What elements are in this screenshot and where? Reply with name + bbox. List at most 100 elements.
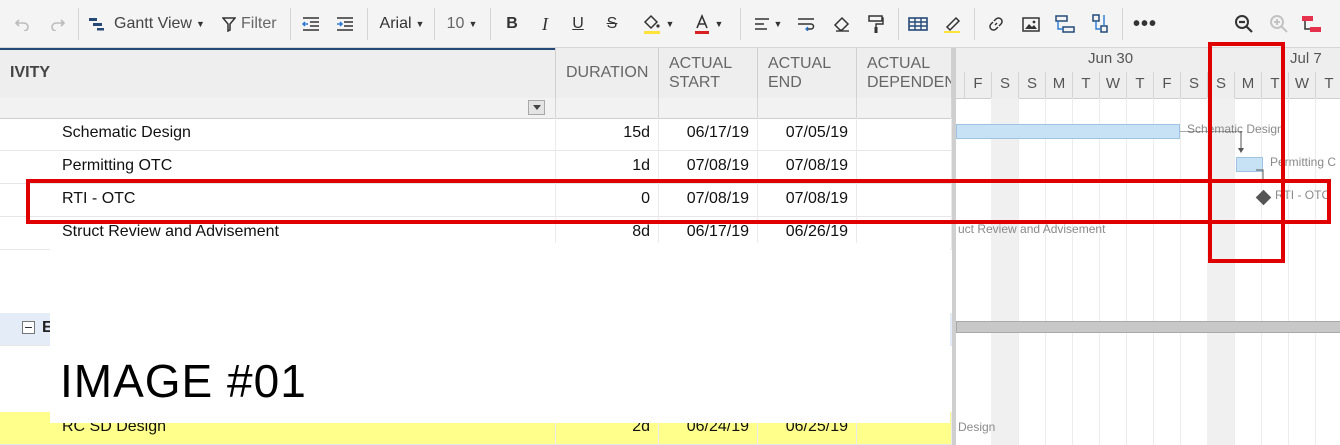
italic-button[interactable]: I <box>533 10 557 38</box>
actual-end-cell[interactable]: 07/08/19 <box>758 184 857 217</box>
actual-dependency-cell[interactable] <box>857 151 952 184</box>
filter-cell <box>857 98 952 118</box>
day-label: S <box>1018 72 1045 98</box>
activity-cell[interactable]: RTI - OTC <box>0 184 556 217</box>
activity-cell[interactable]: Schematic Design <box>0 118 556 151</box>
table-row[interactable]: RTI - OTC 0 07/08/19 07/08/19 <box>0 184 952 217</box>
redo-button[interactable] <box>46 10 70 38</box>
highlighter-icon <box>944 16 961 33</box>
clear-formatting-button[interactable] <box>830 10 854 38</box>
column-header-duration[interactable]: DURATION <box>556 48 659 98</box>
column-header-text: END <box>768 74 802 91</box>
day-label: F <box>1153 72 1180 98</box>
text-color-icon <box>694 14 709 34</box>
grid-line <box>1288 98 1289 445</box>
chevron-down-icon: ▼ <box>665 19 675 29</box>
grid-line <box>1315 98 1316 445</box>
column-dropdown-button[interactable] <box>528 100 545 115</box>
image-overlay-label: IMAGE #01 <box>60 355 307 407</box>
fill-color-button[interactable]: ▼ <box>636 10 680 38</box>
collapse-icon[interactable] <box>22 321 35 334</box>
duration-cell[interactable]: 1d <box>556 151 659 184</box>
day-label: T <box>1072 72 1099 98</box>
column-header-text: ACTUAL <box>768 55 832 72</box>
critical-path-button[interactable] <box>1088 10 1112 38</box>
actual-dependency-cell[interactable] <box>857 118 952 151</box>
wrap-text-button[interactable] <box>794 10 818 38</box>
grid-line <box>1072 98 1073 445</box>
toolbar: Gantt View ▼ Filter Arial ▼ 10 ▼ B I U S ▼ … <box>0 0 1340 48</box>
column-header-text: DEPENDENC <box>867 74 951 91</box>
day-label: S <box>1207 72 1234 98</box>
more-icon: ••• <box>1132 12 1157 35</box>
task-bar-label: uct Review and Advisement <box>958 222 1106 236</box>
chevron-down-icon: ▼ <box>195 19 205 29</box>
group-summary-bar[interactable] <box>956 321 1340 333</box>
dependency-icon <box>1055 15 1075 33</box>
outdent-button[interactable] <box>299 10 323 38</box>
actual-end-cell[interactable]: 07/05/19 <box>758 118 857 151</box>
view-selector[interactable]: Gantt View ▼ <box>88 10 208 38</box>
filter-button[interactable]: Filter <box>222 10 282 38</box>
font-name: Arial <box>379 15 412 32</box>
bold-button[interactable]: B <box>500 10 524 38</box>
actual-start-cell[interactable]: 07/08/19 <box>659 151 758 184</box>
toolbar-separator <box>78 8 79 40</box>
toolbar-separator <box>740 8 741 40</box>
actual-end-cell[interactable]: 07/08/19 <box>758 151 857 184</box>
column-header-actual-end[interactable]: ACTUAL END <box>758 48 857 98</box>
column-header-text: START <box>669 74 720 91</box>
link-icon <box>989 17 1003 31</box>
table-row[interactable]: Schematic Design 15d 06/17/19 07/05/19 <box>0 118 952 151</box>
column-header-text: DURATION <box>566 64 649 81</box>
format-painter-button[interactable] <box>864 10 888 38</box>
remove-formatting-button[interactable] <box>1300 10 1324 38</box>
grid-format-button[interactable] <box>906 10 930 38</box>
insert-image-button[interactable] <box>1019 10 1043 38</box>
milestone-rti-otc[interactable] <box>1255 189 1272 206</box>
paint-roller-icon <box>868 15 884 33</box>
grid: IVITY DURATION ACTUAL START ACTUAL END A… <box>0 48 952 445</box>
activity-cell[interactable]: Permitting OTC <box>0 151 556 184</box>
day-label: M <box>1045 72 1072 98</box>
actual-start-cell[interactable]: 07/08/19 <box>659 184 758 217</box>
image-icon <box>1022 16 1040 32</box>
highlight-changes-button[interactable] <box>940 10 964 38</box>
eraser-icon <box>833 16 850 32</box>
filter-label: Filter <box>241 15 277 32</box>
zoom-in-button[interactable] <box>1267 10 1291 38</box>
day-label: S <box>991 72 1018 98</box>
duration-cell[interactable]: 0 <box>556 184 659 217</box>
dependency-button[interactable] <box>1053 10 1077 38</box>
toolbar-separator <box>898 8 899 40</box>
underline-button[interactable]: U <box>566 10 590 38</box>
strikethrough-icon: S <box>606 15 618 32</box>
filter-cell <box>0 98 556 118</box>
indent-button[interactable] <box>333 10 357 38</box>
zoom-out-button[interactable] <box>1232 10 1256 38</box>
more-options-button[interactable]: ••• <box>1130 10 1160 38</box>
filter-icon <box>222 16 236 32</box>
toolbar-separator <box>290 8 291 40</box>
toolbar-separator <box>490 8 491 40</box>
task-bar-schematic-design[interactable] <box>956 124 1180 139</box>
column-header-activity[interactable]: IVITY <box>0 48 556 98</box>
font-size-selector[interactable]: 10 ▼ <box>442 10 482 38</box>
insert-link-button[interactable] <box>984 10 1008 38</box>
day-label: T <box>1315 72 1340 98</box>
indent-icon <box>337 17 353 31</box>
align-button[interactable]: ▼ <box>750 10 786 38</box>
actual-dependency-cell[interactable] <box>857 184 952 217</box>
text-color-button[interactable]: ▼ <box>686 10 730 38</box>
strikethrough-button[interactable]: S <box>600 10 624 38</box>
column-header-actual-start[interactable]: ACTUAL START <box>659 48 758 98</box>
align-left-icon <box>754 18 769 30</box>
duration-cell[interactable]: 15d <box>556 118 659 151</box>
font-family-selector[interactable]: Arial ▼ <box>376 10 428 38</box>
gantt-view-icon <box>89 18 104 31</box>
column-header-actual-dependency[interactable]: ACTUAL DEPENDENC <box>857 48 952 98</box>
undo-button[interactable] <box>10 10 34 38</box>
actual-start-cell[interactable]: 06/17/19 <box>659 118 758 151</box>
table-row[interactable]: Permitting OTC 1d 07/08/19 07/08/19 <box>0 151 952 184</box>
weekend-shading <box>991 98 1019 445</box>
